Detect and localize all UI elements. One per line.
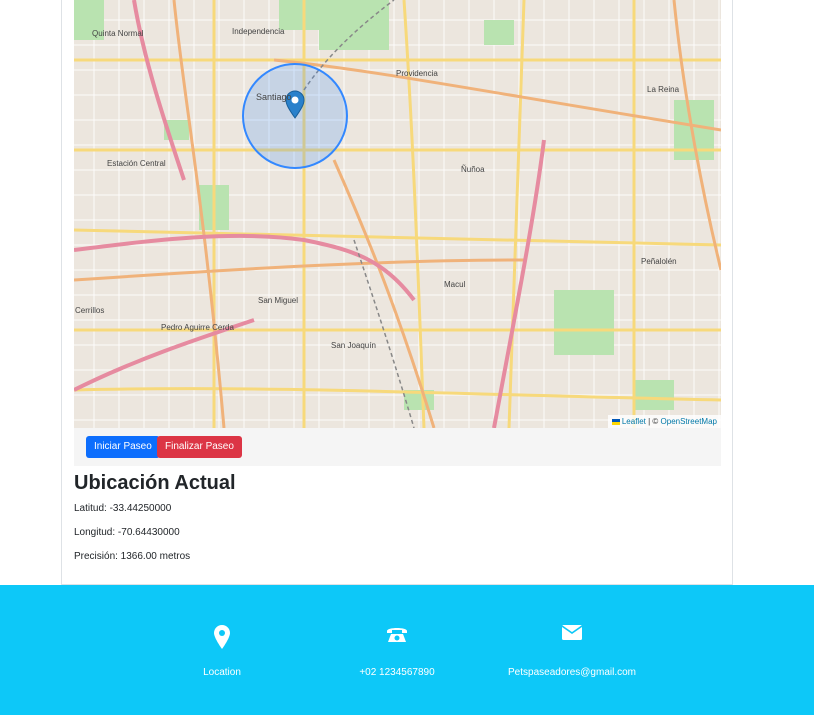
map-label-independencia: Independencia [232, 27, 285, 36]
map-label-providencia: Providencia [396, 69, 438, 78]
footer: Location +02 1234567890 Petspaseadores@g… [0, 585, 814, 715]
latitude-text: Latitud: -33.44250000 [74, 503, 172, 514]
map-label-santiago: Santiago [256, 92, 292, 102]
map-label-san-joaquin: San Joaquín [331, 341, 376, 350]
phone-icon [386, 625, 408, 648]
map-label-pedro-aguirre-cerda: Pedro Aguirre Cerda [161, 323, 234, 332]
map-label-nunoa: Ñuñoa [461, 165, 485, 174]
walk-controls: Iniciar Paseo Finalizar Paseo [74, 428, 721, 466]
map-label-quinta-normal: Quinta Normal [92, 29, 144, 38]
map-attribution: Leaflet | © OpenStreetMap [607, 415, 721, 428]
map-label-penalolen: Peñalolén [641, 257, 677, 266]
envelope-icon [561, 625, 583, 645]
footer-email-address[interactable]: Petspaseadores@gmail.com [472, 667, 672, 678]
map-label-estacion-central: Estación Central [107, 159, 166, 168]
map-pin-icon [214, 625, 230, 654]
footer-phone-number[interactable]: +02 1234567890 [297, 667, 497, 678]
ukraine-flag-icon [611, 418, 620, 425]
map-tiles: Quinta Normal Independencia Santiago Pro… [74, 0, 721, 428]
start-walk-button[interactable]: Iniciar Paseo [86, 436, 160, 458]
leaflet-link[interactable]: Leaflet [622, 417, 646, 426]
map-view[interactable]: Quinta Normal Independencia Santiago Pro… [74, 0, 721, 428]
map-label-macul: Macul [444, 280, 466, 289]
map-label-san-miguel: San Miguel [258, 296, 298, 305]
attribution-separator: | © [645, 417, 661, 426]
end-walk-button[interactable]: Finalizar Paseo [157, 436, 242, 458]
openstreetmap-link[interactable]: OpenStreetMap [661, 417, 717, 426]
map-label-la-reina: La Reina [647, 85, 680, 94]
precision-text: Precisión: 1366.00 metros [74, 551, 191, 562]
footer-location-label: Location [203, 667, 241, 678]
current-location-heading: Ubicación Actual [74, 472, 236, 494]
map-label-cerrillos: Cerrillos [75, 306, 104, 315]
longitude-text: Longitud: -70.64430000 [74, 527, 180, 538]
